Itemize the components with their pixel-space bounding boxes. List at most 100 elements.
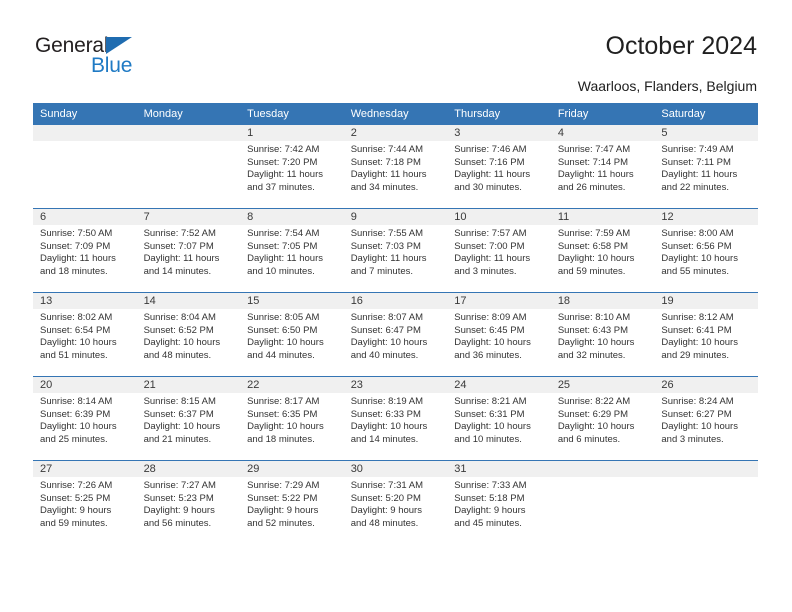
daylight-text-line1: Daylight: 10 hours: [454, 337, 531, 349]
daylight-text-line1: Daylight: 10 hours: [40, 421, 117, 433]
daylight-text-line1: Daylight: 9 hours: [454, 505, 526, 517]
sunrise-sunset-calendar-table: Sunday Monday Tuesday Wednesday Thursday…: [33, 103, 758, 544]
day-details: Sunrise: 8:09 AM Sunset: 6:45 PM Dayligh…: [447, 309, 551, 362]
sunset-text: Sunset: 7:14 PM: [557, 156, 629, 168]
day-number: 18: [550, 293, 655, 309]
sunrise-text: Sunrise: 7:55 AM: [350, 228, 424, 239]
daylight-text-line2: and 32 minutes.: [557, 349, 626, 361]
daylight-text-line1: Daylight: 10 hours: [40, 337, 117, 349]
sunset-text: Sunset: 6:58 PM: [557, 240, 629, 252]
sunrise-text: Sunrise: 8:02 AM: [40, 312, 113, 323]
day-cell[interactable]: 19 Sunrise: 8:12 AM Sunset: 6:41 PM Dayl…: [654, 292, 758, 377]
day-details: Sunrise: 7:54 AM Sunset: 7:05 PM Dayligh…: [240, 225, 344, 278]
day-cell[interactable]: 23 Sunrise: 8:19 AM Sunset: 6:33 PM Dayl…: [343, 376, 448, 461]
logo-text-blue: Blue: [91, 54, 133, 77]
day-cell[interactable]: 10 Sunrise: 7:57 AM Sunset: 7:00 PM Dayl…: [447, 208, 551, 293]
day-details: Sunrise: 7:59 AM Sunset: 6:58 PM Dayligh…: [551, 225, 655, 278]
day-cell[interactable]: 8 Sunrise: 7:54 AM Sunset: 7:05 PM Dayli…: [240, 208, 344, 293]
sunrise-text: Sunrise: 8:22 AM: [557, 396, 631, 407]
day-number: 17: [447, 293, 551, 309]
daylight-text-line2: and 59 minutes.: [557, 265, 626, 277]
day-cell[interactable]: 29 Sunrise: 7:29 AM Sunset: 5:22 PM Dayl…: [240, 460, 344, 544]
sunset-text: Sunset: 7:05 PM: [247, 240, 318, 252]
sunset-text: Sunset: 6:45 PM: [454, 324, 525, 336]
weekday-header-friday: Friday: [550, 103, 655, 125]
sunrise-text: Sunrise: 7:52 AM: [143, 228, 216, 239]
day-details: Sunrise: 7:49 AM Sunset: 7:11 PM Dayligh…: [654, 141, 758, 194]
day-cell[interactable]: 27 Sunrise: 7:26 AM Sunset: 5:25 PM Dayl…: [33, 460, 137, 544]
daylight-text-line1: Daylight: 10 hours: [143, 337, 221, 349]
sunrise-text: Sunrise: 8:15 AM: [143, 396, 216, 407]
sunset-text: Sunset: 6:31 PM: [454, 408, 525, 420]
day-cell[interactable]: 12 Sunrise: 8:00 AM Sunset: 6:56 PM Dayl…: [654, 208, 758, 293]
daylight-text-line1: Daylight: 10 hours: [557, 253, 635, 265]
daylight-text-line2: and 45 minutes.: [454, 517, 522, 529]
daylight-text-line2: and 3 minutes.: [661, 433, 724, 445]
general-blue-logo[interactable]: General Blue: [35, 34, 225, 84]
daylight-text-line2: and 3 minutes.: [454, 265, 517, 277]
sunset-text: Sunset: 7:09 PM: [40, 240, 111, 252]
day-number: 4: [550, 125, 655, 141]
sunrise-text: Sunrise: 7:49 AM: [661, 144, 734, 155]
day-cell[interactable]: 13 Sunrise: 8:02 AM Sunset: 6:54 PM Dayl…: [33, 292, 137, 377]
day-cell[interactable]: 24 Sunrise: 8:21 AM Sunset: 6:31 PM Dayl…: [447, 376, 551, 461]
day-cell[interactable]: 30 Sunrise: 7:31 AM Sunset: 5:20 PM Dayl…: [343, 460, 448, 544]
day-number: [33, 125, 137, 141]
day-cell[interactable]: 1 Sunrise: 7:42 AM Sunset: 7:20 PM Dayli…: [240, 125, 344, 209]
daylight-text-line2: and 30 minutes.: [454, 181, 522, 193]
day-cell[interactable]: 28 Sunrise: 7:27 AM Sunset: 5:23 PM Dayl…: [136, 460, 241, 544]
sunset-text: Sunset: 6:35 PM: [247, 408, 318, 420]
day-cell[interactable]: 22 Sunrise: 8:17 AM Sunset: 6:35 PM Dayl…: [240, 376, 344, 461]
day-cell[interactable]: 18 Sunrise: 8:10 AM Sunset: 6:43 PM Dayl…: [550, 292, 655, 377]
day-cell[interactable]: 16 Sunrise: 8:07 AM Sunset: 6:47 PM Dayl…: [343, 292, 448, 377]
daylight-text-line1: Daylight: 10 hours: [661, 253, 738, 265]
day-cell-empty: [136, 125, 241, 209]
sunset-text: Sunset: 7:00 PM: [454, 240, 525, 252]
day-cell[interactable]: 6 Sunrise: 7:50 AM Sunset: 7:09 PM Dayli…: [33, 208, 137, 293]
day-cell[interactable]: 3 Sunrise: 7:46 AM Sunset: 7:16 PM Dayli…: [447, 125, 551, 209]
page-header: General Blue October 2024 Waarloos, Flan…: [0, 0, 792, 100]
sunset-text: Sunset: 6:37 PM: [143, 408, 214, 420]
day-cell[interactable]: 26 Sunrise: 8:24 AM Sunset: 6:27 PM Dayl…: [654, 376, 758, 461]
daylight-text-line1: Daylight: 10 hours: [454, 421, 531, 433]
location-subtitle: Waarloos, Flanders, Belgium: [577, 78, 757, 94]
daylight-text-line1: Daylight: 10 hours: [350, 337, 428, 349]
sunrise-text: Sunrise: 7:33 AM: [454, 480, 527, 491]
sunrise-text: Sunrise: 8:19 AM: [350, 396, 424, 407]
sunrise-text: Sunrise: 8:05 AM: [247, 312, 320, 323]
day-number: 20: [33, 377, 137, 393]
day-cell[interactable]: 2 Sunrise: 7:44 AM Sunset: 7:18 PM Dayli…: [343, 125, 448, 209]
daylight-text-line2: and 51 minutes.: [40, 349, 108, 361]
day-details: Sunrise: 8:14 AM Sunset: 6:39 PM Dayligh…: [33, 393, 137, 446]
daylight-text-line2: and 59 minutes.: [40, 517, 108, 529]
day-details: Sunrise: 8:24 AM Sunset: 6:27 PM Dayligh…: [654, 393, 758, 446]
day-cell[interactable]: 5 Sunrise: 7:49 AM Sunset: 7:11 PM Dayli…: [654, 125, 758, 209]
day-details: Sunrise: 7:33 AM Sunset: 5:18 PM Dayligh…: [447, 477, 551, 530]
day-cell[interactable]: 20 Sunrise: 8:14 AM Sunset: 6:39 PM Dayl…: [33, 376, 137, 461]
sunset-text: Sunset: 5:25 PM: [40, 492, 111, 504]
day-cell[interactable]: 9 Sunrise: 7:55 AM Sunset: 7:03 PM Dayli…: [343, 208, 448, 293]
day-details: Sunrise: 8:10 AM Sunset: 6:43 PM Dayligh…: [551, 309, 655, 362]
calendar-week-row: 13 Sunrise: 8:02 AM Sunset: 6:54 PM Dayl…: [33, 292, 758, 377]
day-number: 13: [33, 293, 137, 309]
day-cell[interactable]: 4 Sunrise: 7:47 AM Sunset: 7:14 PM Dayli…: [550, 125, 655, 209]
day-number: 16: [343, 293, 448, 309]
day-cell[interactable]: 31 Sunrise: 7:33 AM Sunset: 5:18 PM Dayl…: [447, 460, 551, 544]
day-details: Sunrise: 7:31 AM Sunset: 5:20 PM Dayligh…: [344, 477, 448, 530]
sunset-text: Sunset: 7:07 PM: [143, 240, 214, 252]
day-details: Sunrise: 7:26 AM Sunset: 5:25 PM Dayligh…: [33, 477, 137, 530]
day-cell[interactable]: 21 Sunrise: 8:15 AM Sunset: 6:37 PM Dayl…: [136, 376, 241, 461]
day-cell[interactable]: 25 Sunrise: 8:22 AM Sunset: 6:29 PM Dayl…: [550, 376, 655, 461]
daylight-text-line2: and 52 minutes.: [247, 517, 315, 529]
day-cell[interactable]: 17 Sunrise: 8:09 AM Sunset: 6:45 PM Dayl…: [447, 292, 551, 377]
day-number: 31: [447, 461, 551, 477]
day-cell[interactable]: 14 Sunrise: 8:04 AM Sunset: 6:52 PM Dayl…: [136, 292, 241, 377]
day-cell[interactable]: 15 Sunrise: 8:05 AM Sunset: 6:50 PM Dayl…: [240, 292, 344, 377]
daylight-text-line2: and 6 minutes.: [557, 433, 621, 445]
day-cell[interactable]: 11 Sunrise: 7:59 AM Sunset: 6:58 PM Dayl…: [550, 208, 655, 293]
daylight-text-line2: and 55 minutes.: [661, 265, 729, 277]
day-cell[interactable]: 7 Sunrise: 7:52 AM Sunset: 7:07 PM Dayli…: [136, 208, 241, 293]
daylight-text-line2: and 29 minutes.: [661, 349, 729, 361]
day-details: Sunrise: 8:17 AM Sunset: 6:35 PM Dayligh…: [240, 393, 344, 446]
daylight-text-line2: and 44 minutes.: [247, 349, 315, 361]
